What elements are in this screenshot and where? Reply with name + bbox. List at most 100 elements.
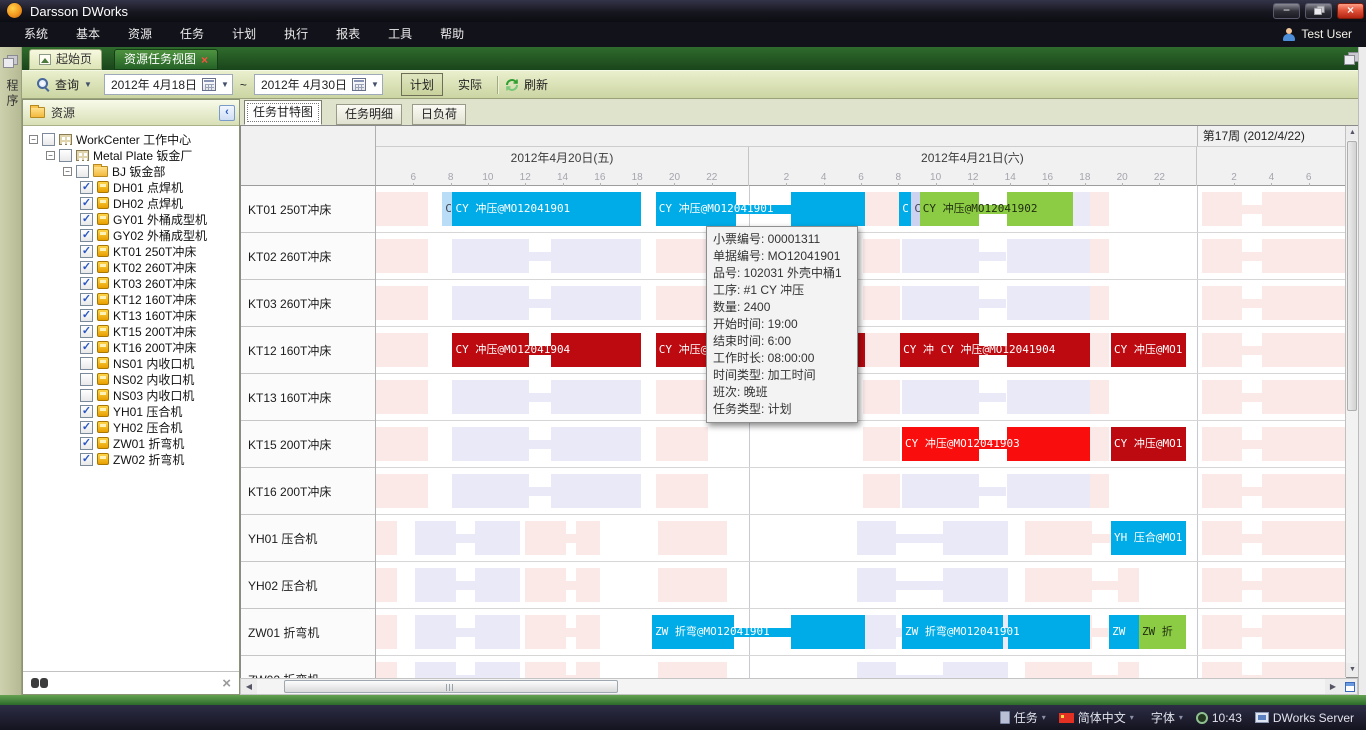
- tree-item-zw02[interactable]: ✓ZW02 折弯机: [27, 451, 239, 467]
- scroll-right-icon[interactable]: ▶: [1325, 679, 1341, 694]
- tree-checkbox[interactable]: ✓: [80, 325, 93, 338]
- windows-list-icon[interactable]: [1344, 52, 1358, 64]
- tree-item-kt02[interactable]: ✓KT02 260T冲床: [27, 259, 239, 275]
- tree-checkbox[interactable]: ✓: [80, 421, 93, 434]
- tree-checkbox[interactable]: ✓: [80, 261, 93, 274]
- tree-item-metal-plate[interactable]: −Metal Plate 钣金厂: [27, 147, 239, 163]
- menu-item-7[interactable]: 报表: [322, 22, 374, 47]
- tree-item-label: GY02 外桶成型机: [113, 227, 207, 244]
- actual-toggle-button[interactable]: 实际: [450, 74, 490, 95]
- tree-checkbox[interactable]: ✓: [80, 309, 93, 322]
- tab-resource-task-view[interactable]: 资源任务视图 ×: [114, 49, 218, 70]
- date-from-picker[interactable]: 2012年 4月18日 ▼: [104, 74, 233, 95]
- status-item-1[interactable]: 任务▾: [1000, 709, 1046, 726]
- tree-expander-icon[interactable]: −: [63, 167, 72, 176]
- tree-checkbox[interactable]: ✓: [80, 245, 93, 258]
- tree-item-kt03[interactable]: ✓KT03 260T冲床: [27, 275, 239, 291]
- tab-home-page[interactable]: 起始页: [29, 49, 102, 70]
- tree-checkbox[interactable]: ✓: [80, 181, 93, 194]
- menu-item-1[interactable]: 系统: [10, 22, 62, 47]
- tree-item-dh01[interactable]: ✓DH01 点焊机: [27, 179, 239, 195]
- tree-item-kt13[interactable]: ✓KT13 160T冲床: [27, 307, 239, 323]
- tree-checkbox[interactable]: ✓: [80, 277, 93, 290]
- shift-shade-block: [1007, 474, 1091, 508]
- query-dropdown-icon[interactable]: ▼: [84, 80, 92, 89]
- dropdown-caret-icon[interactable]: ▾: [1130, 713, 1134, 722]
- tree-checkbox[interactable]: [80, 357, 93, 370]
- menu-item-2[interactable]: 基本: [62, 22, 114, 47]
- tree-item-gy01[interactable]: ✓GY01 外桶成型机: [27, 211, 239, 227]
- tree-item-ns03[interactable]: NS03 内收口机: [27, 387, 239, 403]
- menu-item-9[interactable]: 帮助: [426, 22, 478, 47]
- dropdown-caret-icon[interactable]: ▾: [1042, 713, 1046, 722]
- shift-shade-block: [863, 380, 900, 414]
- tree-expander-icon[interactable]: −: [29, 135, 38, 144]
- tree-item-zw01[interactable]: ✓ZW01 折弯机: [27, 435, 239, 451]
- machine-icon: [97, 197, 109, 209]
- status-item-2[interactable]: 简体中文▾: [1059, 709, 1134, 726]
- tab-task-gantt[interactable]: 任务甘特图: [244, 100, 322, 125]
- tree-item-gy02[interactable]: ✓ GY02 外桶成型机: [27, 227, 239, 243]
- find-icon[interactable]: [31, 678, 48, 688]
- tree-checkbox[interactable]: ✓: [80, 197, 93, 210]
- scroll-left-icon[interactable]: ◀: [241, 679, 257, 694]
- tree-checkbox[interactable]: ✓: [80, 213, 93, 226]
- day-boundary-line: [749, 468, 750, 515]
- query-button[interactable]: 查询 ▼: [32, 74, 97, 95]
- tree-item-yh01[interactable]: ✓YH01 压合机: [27, 403, 239, 419]
- horizontal-scrollbar[interactable]: ◀ ▶: [240, 678, 1358, 695]
- tree-checkbox[interactable]: ✓: [80, 405, 93, 418]
- tree-item-dh02[interactable]: ✓DH02 点焊机: [27, 195, 239, 211]
- tree-checkbox[interactable]: [80, 373, 93, 386]
- menu-item-3[interactable]: 资源: [114, 22, 166, 47]
- close-panel-icon[interactable]: ×: [222, 675, 231, 692]
- tree-checkbox[interactable]: ✓: [80, 453, 93, 466]
- date-to-dropdown-icon[interactable]: ▼: [371, 80, 379, 89]
- refresh-button[interactable]: 刷新: [505, 76, 548, 93]
- tree-checkbox[interactable]: ✓: [80, 437, 93, 450]
- side-strip-label[interactable]: 程序: [4, 79, 21, 109]
- restore-button[interactable]: [1305, 3, 1332, 19]
- menu-item-5[interactable]: 计划: [218, 22, 270, 47]
- tab-task-detail[interactable]: 任务明细: [336, 104, 402, 125]
- tree-item-kt01[interactable]: ✓KT01 250T冲床: [27, 243, 239, 259]
- status-item-3[interactable]: 字体▾: [1147, 709, 1183, 726]
- date-to-picker[interactable]: 2012年 4月30日 ▼: [254, 74, 383, 95]
- plan-toggle-button[interactable]: 计划: [401, 73, 443, 96]
- tree-checkbox[interactable]: ✓: [80, 229, 93, 242]
- dropdown-caret-icon[interactable]: ▾: [1179, 713, 1183, 722]
- scroll-corner-button[interactable]: [1341, 679, 1357, 694]
- tree-expander-icon[interactable]: −: [46, 151, 55, 160]
- close-button[interactable]: ×: [1337, 3, 1364, 19]
- collapse-panel-button[interactable]: ‹: [219, 105, 235, 121]
- tree-item-bj[interactable]: −BJ 钣金部: [27, 163, 239, 179]
- tree-checkbox[interactable]: ✓: [80, 293, 93, 306]
- tree-checkbox[interactable]: [42, 133, 55, 146]
- user-box[interactable]: Test User: [1283, 22, 1352, 47]
- horizontal-scroll-thumb[interactable]: [284, 680, 618, 693]
- tree-checkbox[interactable]: [59, 149, 72, 162]
- tree-item-kt12[interactable]: ✓KT12 160T冲床: [27, 291, 239, 307]
- tree-item-kt16[interactable]: ✓KT16 200T冲床: [27, 339, 239, 355]
- gantt-row-label: KT16 200T冲床: [241, 468, 375, 515]
- tree-checkbox[interactable]: [80, 389, 93, 402]
- tree-item-ns02[interactable]: NS02 内收口机: [27, 371, 239, 387]
- menu-item-6[interactable]: 执行: [270, 22, 322, 47]
- tab-daily-load[interactable]: 日负荷: [412, 104, 466, 125]
- tree-item-yh02[interactable]: ✓YH02 压合机: [27, 419, 239, 435]
- tree-item-workcenter[interactable]: −WorkCenter 工作中心: [27, 131, 239, 147]
- menu-item-4[interactable]: 任务: [166, 22, 218, 47]
- vertical-scroll-thumb[interactable]: [1347, 141, 1357, 411]
- panels-icon[interactable]: [3, 55, 17, 67]
- tree-item-kt15[interactable]: ✓KT15 200T冲床: [27, 323, 239, 339]
- menu-item-8[interactable]: 工具: [374, 22, 426, 47]
- tab-close-icon[interactable]: ×: [201, 54, 208, 66]
- tree-item-ns01[interactable]: NS01 内收口机: [27, 355, 239, 371]
- date-from-dropdown-icon[interactable]: ▼: [221, 80, 229, 89]
- tree-checkbox[interactable]: [76, 165, 89, 178]
- calendar-icon[interactable]: [352, 78, 366, 91]
- calendar-icon[interactable]: [202, 78, 216, 91]
- tree-checkbox[interactable]: ✓: [80, 341, 93, 354]
- minimize-button[interactable]: −: [1273, 3, 1300, 19]
- vertical-scrollbar[interactable]: ▲ ▼: [1345, 126, 1358, 677]
